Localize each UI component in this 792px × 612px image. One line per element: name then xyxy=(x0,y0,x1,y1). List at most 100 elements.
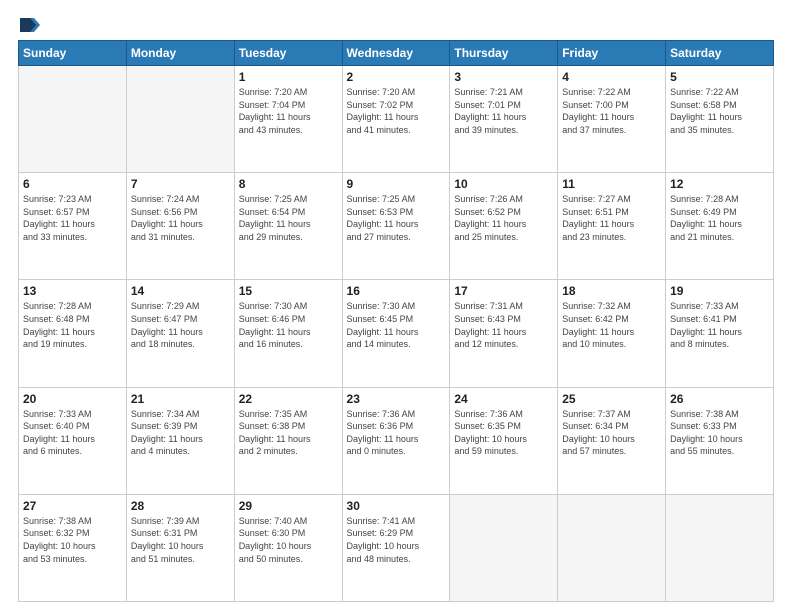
day-number: 9 xyxy=(347,177,446,191)
day-number: 10 xyxy=(454,177,553,191)
calendar-cell: 10 Sunrise: 7:26 AM Sunset: 6:52 PM Dayli… xyxy=(450,173,558,280)
calendar-cell: 1Sunrise: 7:20 AM Sunset: 7:04 PM Daylig… xyxy=(234,66,342,173)
calendar-cell xyxy=(19,66,127,173)
calendar-cell: 17Sunrise: 7:31 AM Sunset: 6:43 PM Dayli… xyxy=(450,280,558,387)
calendar-cell: 3 Sunrise: 7:21 AM Sunset: 7:01 PM Daylig… xyxy=(450,66,558,173)
cell-info: Sunrise: 7:38 AM Sunset: 6:33 PM Dayligh… xyxy=(670,408,769,458)
day-number: 4 xyxy=(562,70,661,84)
calendar-cell: 29Sunrise: 7:40 AM Sunset: 6:30 PM Dayli… xyxy=(234,494,342,601)
calendar-cell: 8Sunrise: 7:25 AM Sunset: 6:54 PM Daylig… xyxy=(234,173,342,280)
day-number: 29 xyxy=(239,499,338,513)
cell-info: Sunrise: 7:22 AM Sunset: 7:00 PM Dayligh… xyxy=(562,86,661,136)
calendar-cell: 12 Sunrise: 7:28 AM Sunset: 6:49 PM Dayli… xyxy=(666,173,774,280)
day-number: 30 xyxy=(347,499,446,513)
page: SundayMondayTuesdayWednesdayThursdayFrid… xyxy=(0,0,792,612)
day-number: 23 xyxy=(347,392,446,406)
cell-info: Sunrise: 7:37 AM Sunset: 6:34 PM Dayligh… xyxy=(562,408,661,458)
calendar-cell: 25 Sunrise: 7:37 AM Sunset: 6:34 PM Dayli… xyxy=(558,387,666,494)
calendar-week-row: 20 Sunrise: 7:33 AM Sunset: 6:40 PM Dayli… xyxy=(19,387,774,494)
calendar-header-row: SundayMondayTuesdayWednesdayThursdayFrid… xyxy=(19,41,774,66)
calendar-cell: 11 Sunrise: 7:27 AM Sunset: 6:51 PM Dayli… xyxy=(558,173,666,280)
day-number: 7 xyxy=(131,177,230,191)
day-number: 19 xyxy=(670,284,769,298)
cell-info: Sunrise: 7:35 AM Sunset: 6:38 PM Dayligh… xyxy=(239,408,338,458)
cell-info: Sunrise: 7:30 AM Sunset: 6:46 PM Dayligh… xyxy=(239,300,338,350)
calendar-cell: 4 Sunrise: 7:22 AM Sunset: 7:00 PM Daylig… xyxy=(558,66,666,173)
day-number: 2 xyxy=(347,70,446,84)
day-number: 12 xyxy=(670,177,769,191)
weekday-header: Friday xyxy=(558,41,666,66)
day-number: 6 xyxy=(23,177,122,191)
cell-info: Sunrise: 7:31 AM Sunset: 6:43 PM Dayligh… xyxy=(454,300,553,350)
day-number: 8 xyxy=(239,177,338,191)
weekday-header: Sunday xyxy=(19,41,127,66)
logo-flag-icon xyxy=(20,18,40,32)
calendar-cell: 28 Sunrise: 7:39 AM Sunset: 6:31 PM Dayli… xyxy=(126,494,234,601)
calendar-cell: 27 Sunrise: 7:38 AM Sunset: 6:32 PM Dayli… xyxy=(19,494,127,601)
calendar-week-row: 6 Sunrise: 7:23 AM Sunset: 6:57 PM Daylig… xyxy=(19,173,774,280)
cell-info: Sunrise: 7:38 AM Sunset: 6:32 PM Dayligh… xyxy=(23,515,122,565)
calendar-cell: 15Sunrise: 7:30 AM Sunset: 6:46 PM Dayli… xyxy=(234,280,342,387)
header xyxy=(18,18,774,32)
cell-info: Sunrise: 7:36 AM Sunset: 6:36 PM Dayligh… xyxy=(347,408,446,458)
calendar-cell: 13 Sunrise: 7:28 AM Sunset: 6:48 PM Dayli… xyxy=(19,280,127,387)
calendar-week-row: 1Sunrise: 7:20 AM Sunset: 7:04 PM Daylig… xyxy=(19,66,774,173)
day-number: 18 xyxy=(562,284,661,298)
calendar-cell xyxy=(666,494,774,601)
cell-info: Sunrise: 7:23 AM Sunset: 6:57 PM Dayligh… xyxy=(23,193,122,243)
day-number: 22 xyxy=(239,392,338,406)
calendar-cell: 16 Sunrise: 7:30 AM Sunset: 6:45 PM Dayli… xyxy=(342,280,450,387)
cell-info: Sunrise: 7:28 AM Sunset: 6:49 PM Dayligh… xyxy=(670,193,769,243)
weekday-header: Wednesday xyxy=(342,41,450,66)
calendar-cell: 5Sunrise: 7:22 AM Sunset: 6:58 PM Daylig… xyxy=(666,66,774,173)
cell-info: Sunrise: 7:21 AM Sunset: 7:01 PM Dayligh… xyxy=(454,86,553,136)
calendar-cell: 19 Sunrise: 7:33 AM Sunset: 6:41 PM Dayli… xyxy=(666,280,774,387)
weekday-header: Thursday xyxy=(450,41,558,66)
day-number: 13 xyxy=(23,284,122,298)
calendar-table: SundayMondayTuesdayWednesdayThursdayFrid… xyxy=(18,40,774,602)
cell-info: Sunrise: 7:34 AM Sunset: 6:39 PM Dayligh… xyxy=(131,408,230,458)
calendar-cell: 21 Sunrise: 7:34 AM Sunset: 6:39 PM Dayli… xyxy=(126,387,234,494)
day-number: 26 xyxy=(670,392,769,406)
cell-info: Sunrise: 7:39 AM Sunset: 6:31 PM Dayligh… xyxy=(131,515,230,565)
calendar-cell: 26 Sunrise: 7:38 AM Sunset: 6:33 PM Dayli… xyxy=(666,387,774,494)
day-number: 14 xyxy=(131,284,230,298)
cell-info: Sunrise: 7:30 AM Sunset: 6:45 PM Dayligh… xyxy=(347,300,446,350)
weekday-header: Monday xyxy=(126,41,234,66)
calendar-cell: 22 Sunrise: 7:35 AM Sunset: 6:38 PM Dayli… xyxy=(234,387,342,494)
day-number: 21 xyxy=(131,392,230,406)
day-number: 5 xyxy=(670,70,769,84)
day-number: 25 xyxy=(562,392,661,406)
calendar-cell: 2Sunrise: 7:20 AM Sunset: 7:02 PM Daylig… xyxy=(342,66,450,173)
day-number: 16 xyxy=(347,284,446,298)
day-number: 1 xyxy=(239,70,338,84)
day-number: 3 xyxy=(454,70,553,84)
logo xyxy=(18,18,40,32)
calendar-cell xyxy=(558,494,666,601)
cell-info: Sunrise: 7:28 AM Sunset: 6:48 PM Dayligh… xyxy=(23,300,122,350)
weekday-header: Saturday xyxy=(666,41,774,66)
cell-info: Sunrise: 7:29 AM Sunset: 6:47 PM Dayligh… xyxy=(131,300,230,350)
weekday-header: Tuesday xyxy=(234,41,342,66)
cell-info: Sunrise: 7:27 AM Sunset: 6:51 PM Dayligh… xyxy=(562,193,661,243)
cell-info: Sunrise: 7:41 AM Sunset: 6:29 PM Dayligh… xyxy=(347,515,446,565)
day-number: 28 xyxy=(131,499,230,513)
day-number: 20 xyxy=(23,392,122,406)
calendar-cell: 7Sunrise: 7:24 AM Sunset: 6:56 PM Daylig… xyxy=(126,173,234,280)
cell-info: Sunrise: 7:33 AM Sunset: 6:41 PM Dayligh… xyxy=(670,300,769,350)
cell-info: Sunrise: 7:36 AM Sunset: 6:35 PM Dayligh… xyxy=(454,408,553,458)
calendar-week-row: 13 Sunrise: 7:28 AM Sunset: 6:48 PM Dayli… xyxy=(19,280,774,387)
cell-info: Sunrise: 7:26 AM Sunset: 6:52 PM Dayligh… xyxy=(454,193,553,243)
cell-info: Sunrise: 7:33 AM Sunset: 6:40 PM Dayligh… xyxy=(23,408,122,458)
calendar-cell: 20 Sunrise: 7:33 AM Sunset: 6:40 PM Dayli… xyxy=(19,387,127,494)
calendar-cell: 18Sunrise: 7:32 AM Sunset: 6:42 PM Dayli… xyxy=(558,280,666,387)
calendar-cell: 14 Sunrise: 7:29 AM Sunset: 6:47 PM Dayli… xyxy=(126,280,234,387)
calendar-cell xyxy=(450,494,558,601)
calendar-cell: 23 Sunrise: 7:36 AM Sunset: 6:36 PM Dayli… xyxy=(342,387,450,494)
calendar-cell xyxy=(126,66,234,173)
cell-info: Sunrise: 7:25 AM Sunset: 6:53 PM Dayligh… xyxy=(347,193,446,243)
calendar-week-row: 27 Sunrise: 7:38 AM Sunset: 6:32 PM Dayli… xyxy=(19,494,774,601)
day-number: 11 xyxy=(562,177,661,191)
day-number: 27 xyxy=(23,499,122,513)
day-number: 24 xyxy=(454,392,553,406)
